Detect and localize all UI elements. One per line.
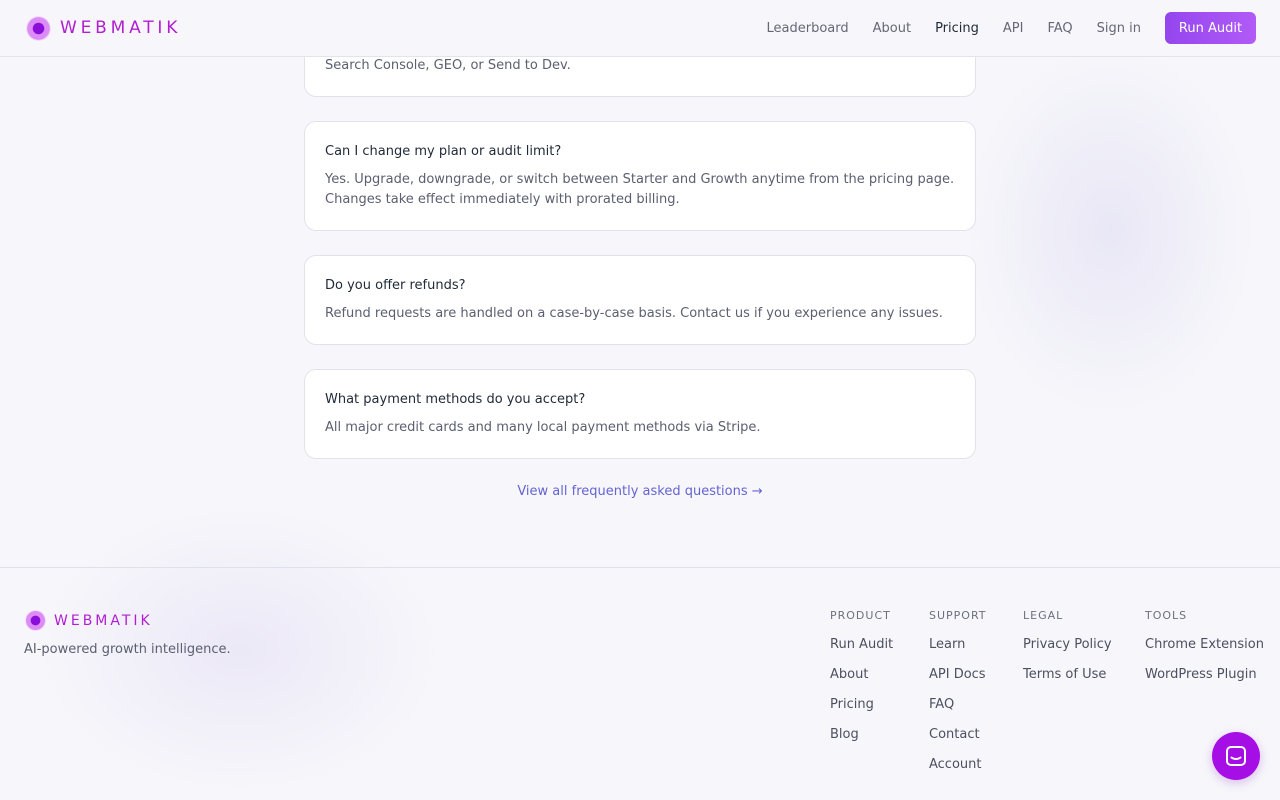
nav-link-api[interactable]: API: [1003, 21, 1024, 36]
footer-link-wordpress-plugin[interactable]: WordPress Plugin: [1145, 665, 1264, 685]
footer-column-tools: TOOLS Chrome Extension WordPress Plugin: [1145, 608, 1264, 695]
footer-link-learn[interactable]: Learn: [929, 635, 987, 655]
chat-launcher-button[interactable]: [1212, 732, 1260, 780]
view-all-faq-link[interactable]: View all frequently asked questions →: [0, 482, 1280, 502]
footer-link-account[interactable]: Account: [929, 755, 987, 775]
background-glow: [960, 40, 1260, 420]
footer-link-privacy-policy[interactable]: Privacy Policy: [1023, 635, 1112, 655]
sign-in-link[interactable]: Sign in: [1097, 21, 1141, 36]
logo-mark-icon: [25, 610, 46, 631]
nav-link-leaderboard[interactable]: Leaderboard: [767, 21, 849, 36]
brand-name: WEBMATIK: [60, 17, 182, 38]
faq-answer-line: Changes take effect immediately with pro…: [325, 192, 680, 207]
footer-brand-logo[interactable]: WEBMATIK: [25, 610, 153, 631]
footer-column-support: SUPPORT Learn API Docs FAQ Contact Accou…: [929, 608, 987, 785]
main-nav: Leaderboard About Pricing API FAQ Sign i…: [743, 12, 1256, 44]
nav-link-faq[interactable]: FAQ: [1047, 21, 1072, 36]
footer-column-heading: SUPPORT: [929, 609, 987, 622]
logo-mark-icon: [26, 15, 51, 41]
chat-bubble-icon: [1226, 746, 1246, 766]
footer-link-about[interactable]: About: [830, 665, 893, 685]
faq-answer-line: Yes. Upgrade, downgrade, or switch betwe…: [325, 172, 955, 187]
brand-name: WEBMATIK: [54, 612, 153, 629]
faq-card: Do you offer refunds? Refund requests ar…: [304, 255, 976, 345]
run-audit-button[interactable]: Run Audit: [1165, 12, 1256, 44]
site-footer: WEBMATIK AI-powered growth intelligence.…: [0, 567, 1280, 800]
faq-answer: Yes. Upgrade, downgrade, or switch betwe…: [325, 170, 955, 210]
nav-link-about[interactable]: About: [873, 21, 911, 36]
footer-link-run-audit[interactable]: Run Audit: [830, 635, 893, 655]
footer-link-contact[interactable]: Contact: [929, 725, 987, 745]
footer-link-chrome-extension[interactable]: Chrome Extension: [1145, 635, 1264, 655]
faq-answer: Search Console, GEO, or Send to Dev.: [325, 58, 571, 73]
faq-card: What payment methods do you accept? All …: [304, 369, 976, 459]
footer-column-heading: LEGAL: [1023, 609, 1064, 622]
faq-answer-line: All major credit cards and many local pa…: [325, 420, 761, 435]
footer-link-faq[interactable]: FAQ: [929, 695, 987, 715]
faq-answer: All major credit cards and many local pa…: [325, 418, 955, 438]
site-header: WEBMATIK Leaderboard About Pricing API F…: [0, 0, 1280, 57]
faq-answer-line: Refund requests are handled on a case-by…: [325, 306, 943, 321]
footer-column-heading: PRODUCT: [830, 609, 891, 622]
faq-question: What payment methods do you accept?: [325, 392, 586, 407]
footer-link-pricing[interactable]: Pricing: [830, 695, 893, 715]
faq-card: Can I change my plan or audit limit? Yes…: [304, 121, 976, 231]
footer-link-terms-of-use[interactable]: Terms of Use: [1023, 665, 1112, 685]
faq-question: Do you offer refunds?: [325, 278, 466, 293]
footer-link-api-docs[interactable]: API Docs: [929, 665, 987, 685]
faq-question: Can I change my plan or audit limit?: [325, 144, 562, 159]
faq-answer: Refund requests are handled on a case-by…: [325, 304, 955, 324]
nav-link-pricing[interactable]: Pricing: [935, 21, 979, 36]
footer-column-product: PRODUCT Run Audit About Pricing Blog: [830, 608, 893, 755]
footer-column-legal: LEGAL Privacy Policy Terms of Use: [1023, 608, 1112, 695]
footer-link-blog[interactable]: Blog: [830, 725, 893, 745]
footer-column-heading: TOOLS: [1145, 609, 1188, 622]
brand-tagline: AI-powered growth intelligence.: [24, 642, 231, 657]
brand-logo[interactable]: WEBMATIK: [26, 15, 181, 41]
